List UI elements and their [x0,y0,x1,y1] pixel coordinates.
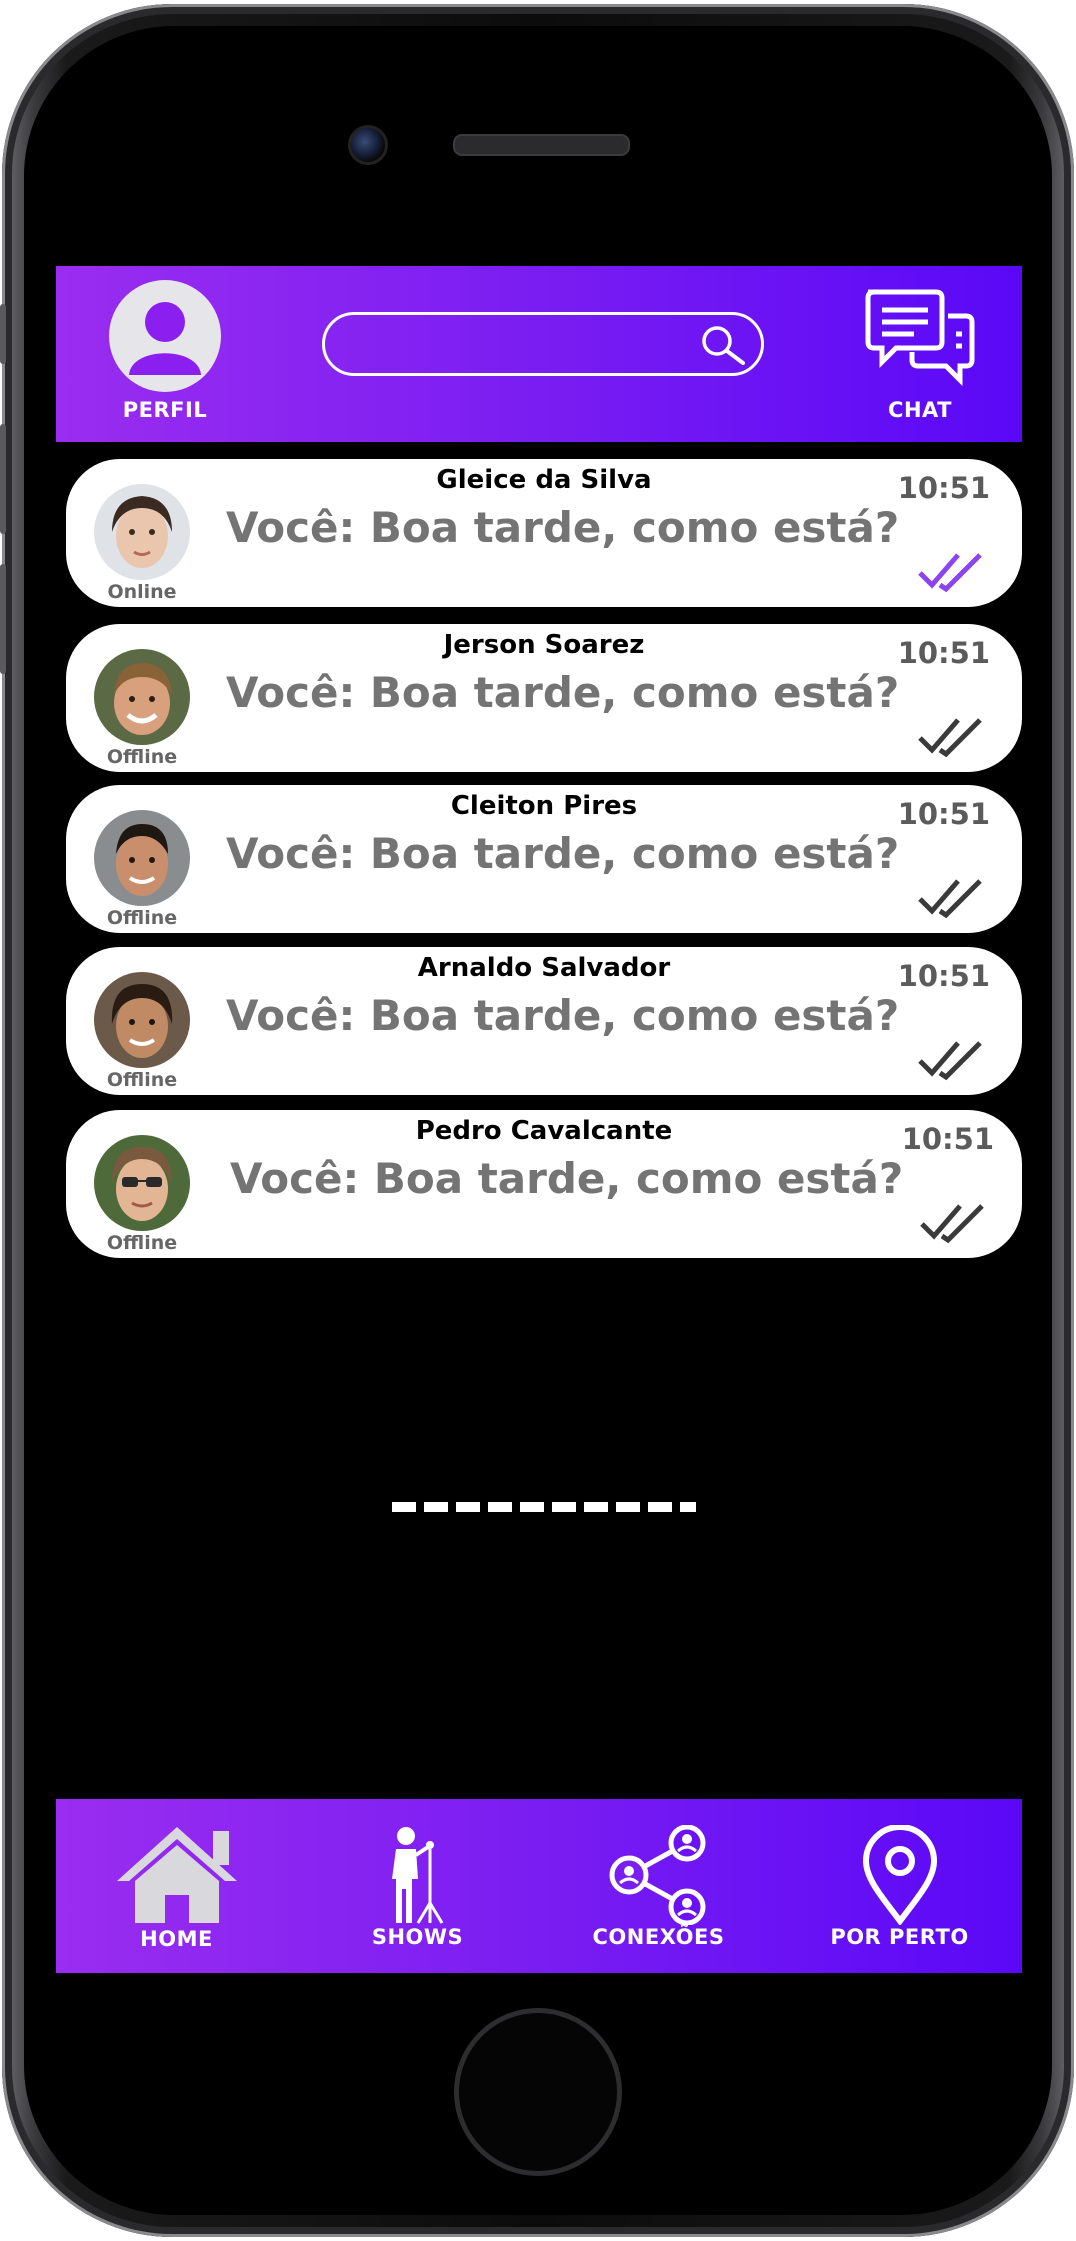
contact-status: Online [107,581,177,603]
home-hardware-button[interactable] [454,2008,622,2176]
contact-name: Cleiton Pires [450,791,638,821]
sent-checkmarks-icon [918,879,982,919]
profile-button[interactable] [109,280,221,392]
chat-item[interactable]: Pedro Cavalcante Offline Você: Boa tarde… [66,1110,1022,1258]
search-input[interactable] [322,312,764,376]
sent-checkmarks-icon [918,1041,982,1081]
contact-avatar [94,649,190,745]
volume-down-button [0,564,6,674]
nav-por-perto-label: POR PERTO [830,1925,969,1949]
house-icon [116,1827,237,1923]
contact-name: Pedro Cavalcante [415,1116,673,1146]
nav-por-perto[interactable]: POR PERTO [779,1799,1020,1973]
location-pin-icon [862,1825,937,1925]
front-camera [348,125,388,165]
chat-item[interactable]: Arnaldo Salvador Offline Você: Boa tarde… [66,947,1022,1095]
placeholder-divider [392,1502,696,1512]
message-time: 10:51 [901,1122,994,1156]
message-time: 10:51 [897,959,990,993]
contact-avatar [94,810,190,906]
nav-shows-label: SHOWS [371,1925,464,1949]
last-message: Você: Boa tarde, como está? [226,991,900,1040]
message-time: 10:51 [897,636,990,670]
message-time: 10:51 [897,797,990,831]
last-message: Você: Boa tarde, como está? [226,668,900,717]
nav-home[interactable]: HOME [56,1799,297,1973]
earpiece-speaker [453,134,630,156]
contact-status: Offline [106,1069,178,1091]
volume-up-button [0,424,6,534]
chat-label: CHAT [888,398,952,422]
search-icon[interactable] [699,323,747,367]
chat-item[interactable]: Gleice da Silva Online Você: Boa tarde, … [66,459,1022,607]
message-time: 10:51 [897,471,990,505]
top-bar: PERFIL CHAT [56,266,1022,442]
contact-avatar [94,972,190,1068]
chat-item[interactable]: Cleiton Pires Offline Você: Boa tarde, c… [66,785,1022,933]
singer-microphone-icon [391,1827,443,1924]
contact-status: Offline [106,907,178,929]
nav-home-label: HOME [140,1927,213,1951]
sent-checkmarks-icon [920,1204,984,1244]
chat-bubbles-icon[interactable] [862,286,978,388]
contact-name: Arnaldo Salvador [417,953,671,983]
contact-avatar [94,484,190,580]
read-checkmarks-icon [918,553,982,593]
sent-checkmarks-icon [918,718,982,758]
last-message: Você: Boa tarde, como está? [226,503,900,552]
nav-shows[interactable]: SHOWS [297,1799,538,1973]
last-message: Você: Boa tarde, como está? [226,829,900,878]
app-screen: PERFIL CHAT Gleice da Silva Online Você:… [56,266,1022,1973]
contact-status: Offline [106,1232,178,1254]
contact-avatar [94,1135,190,1231]
chat-item[interactable]: Jerson Soarez Offline Você: Boa tarde, c… [66,624,1022,772]
share-network-icon [609,1825,705,1925]
nav-conexoes-label: CONEXÕES [592,1925,725,1949]
nav-conexoes[interactable]: CONEXÕES [538,1799,779,1973]
profile-label: PERFIL [122,398,208,422]
contact-status: Offline [106,746,178,768]
contact-name: Jerson Soarez [443,630,645,660]
last-message: Você: Boa tarde, como está? [230,1154,904,1203]
mute-switch [0,304,6,364]
contact-name: Gleice da Silva [436,465,652,495]
bottom-nav: HOME SHOWS CONEXÕES POR PERTO [56,1799,1022,1973]
user-avatar-icon [129,302,201,375]
